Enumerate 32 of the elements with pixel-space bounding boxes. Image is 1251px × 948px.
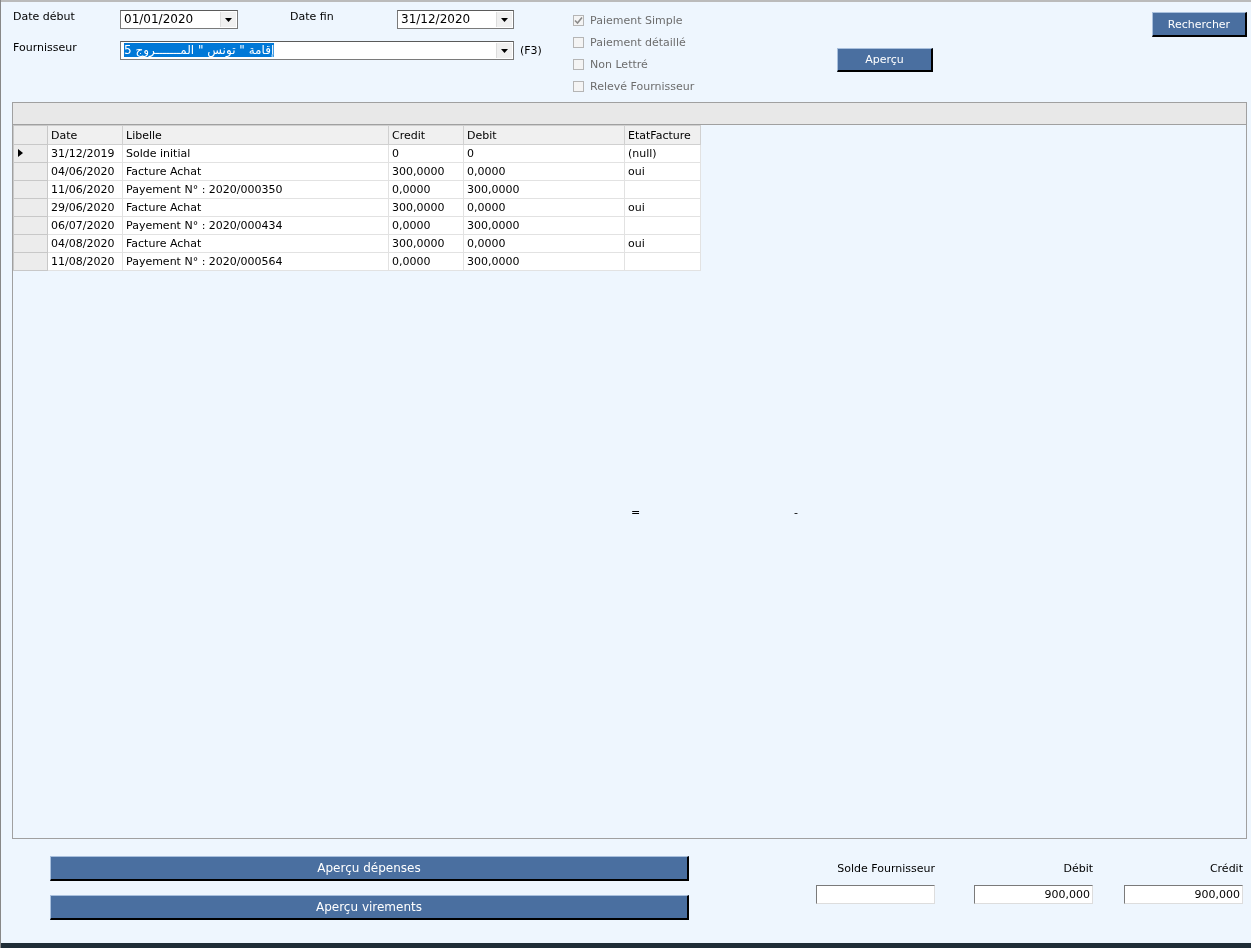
dropdown-field[interactable]: 31/12/2020 xyxy=(397,10,514,29)
column-header[interactable]: Date xyxy=(47,125,123,145)
dropdown-arrow-icon xyxy=(225,17,232,22)
column-header[interactable]: Credit xyxy=(388,125,464,145)
dropdown-arrow-icon xyxy=(501,48,508,53)
shortcut-hint: (F3) xyxy=(520,44,542,57)
field-label: Date début xyxy=(13,10,76,23)
field-label: Date fin xyxy=(290,10,335,23)
checkbox-label: Paiement Simple xyxy=(590,13,683,27)
dropdown-field[interactable]: إقامة " تونس " المـــــــروج 5 xyxy=(120,41,514,60)
result-label: = xyxy=(631,506,641,519)
total-label: Crédit xyxy=(1209,862,1243,875)
column-header[interactable]: Libelle xyxy=(122,125,389,145)
preview-button[interactable]: Aperçu xyxy=(837,48,933,72)
checkbox-label: Non Lettré xyxy=(590,57,648,71)
result-label: - xyxy=(794,506,798,519)
dropdown-arrow-icon xyxy=(501,17,508,22)
total-field[interactable]: 900,000 xyxy=(1124,885,1243,904)
column-header[interactable]: Debit xyxy=(463,125,625,145)
total-field[interactable]: 900,000 xyxy=(974,885,1093,904)
total-field[interactable] xyxy=(816,885,935,904)
dropdown-field[interactable]: 01/01/2020 xyxy=(120,10,238,29)
checkbox-label: Relevé Fournisseur xyxy=(590,79,695,93)
checkbox-label: Paiement détaillé xyxy=(590,35,686,49)
preview-button[interactable]: Aperçu dépenses xyxy=(50,856,689,881)
column-header[interactable]: EtatFacture xyxy=(624,125,701,145)
field-label: Fournisseur xyxy=(13,41,78,54)
current-row-icon xyxy=(18,149,23,157)
total-label: Solde Fournisseur xyxy=(837,862,935,875)
preview-button[interactable]: Aperçu virements xyxy=(50,895,689,920)
search-button[interactable]: Rechercher xyxy=(1152,12,1247,37)
total-label: Débit xyxy=(1063,862,1093,875)
